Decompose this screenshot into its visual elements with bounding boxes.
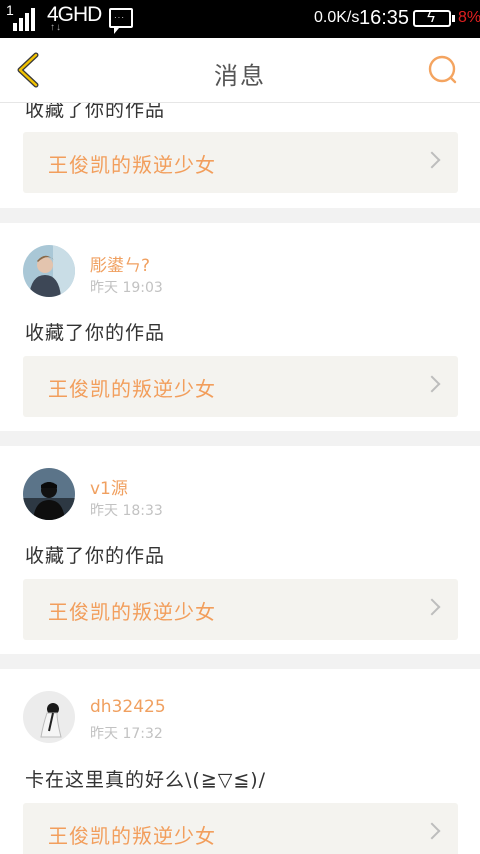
battery-icon: ϟ [413, 9, 455, 27]
work-title: 王俊凯的叛逆少女 [48, 377, 216, 401]
message-text: 收藏了你的作品 [25, 322, 166, 344]
timestamp: 昨天 17:32 [90, 726, 163, 742]
username[interactable]: dh32425 [90, 697, 166, 717]
timestamp: 昨天 18:33 [90, 503, 163, 519]
avatar[interactable] [23, 691, 75, 743]
search-button[interactable] [424, 52, 460, 88]
work-link[interactable]: 王俊凯的叛逆少女 [23, 132, 458, 193]
work-link[interactable]: 王俊凯的叛逆少女 [23, 579, 458, 640]
battery-percent: 8% [458, 9, 480, 26]
user-avatar-image [23, 691, 75, 743]
message-card: 彫鍙ㄣ? 昨天 19:03 收藏了你的作品 王俊凯的叛逆少女 [0, 223, 480, 431]
work-title: 王俊凯的叛逆少女 [48, 153, 216, 177]
chevron-right-icon [423, 151, 441, 169]
avatar[interactable] [23, 468, 75, 520]
navigation-bar: 消息 [0, 38, 480, 103]
page-title: 消息 [214, 62, 266, 90]
work-title: 王俊凯的叛逆少女 [48, 824, 216, 848]
work-link[interactable]: 王俊凯的叛逆少女 [23, 356, 458, 417]
data-activity-icon: ↑↓ [50, 22, 62, 33]
notification-message-icon: ··· [109, 8, 133, 34]
chevron-right-icon [423, 375, 441, 393]
clock: 16:35 [359, 7, 410, 29]
data-speed: 0.0K/s [314, 9, 360, 26]
message-text: 收藏了你的作品 [25, 103, 166, 121]
signal-strength-icon [13, 7, 39, 31]
message-card: v1源 昨天 18:33 收藏了你的作品 王俊凯的叛逆少女 [0, 446, 480, 654]
message-card: dh32425 昨天 17:32 卡在这里真的好么\(≧▽≦)/ 王俊凯的叛逆少… [0, 669, 480, 854]
avatar[interactable] [23, 245, 75, 297]
user-avatar-image [23, 245, 75, 297]
status-bar: 1 4GHD ↑↓ ··· 0.0K/s 16:35 ϟ 8% [0, 0, 480, 38]
chevron-right-icon [423, 822, 441, 840]
work-title: 王俊凯的叛逆少女 [48, 600, 216, 624]
message-list[interactable]: 收藏了你的作品 王俊凯的叛逆少女 彫鍙ㄣ? 昨天 19:03 收藏了你的作品 王… [0, 103, 480, 854]
chevron-right-icon [423, 598, 441, 616]
search-icon [428, 55, 457, 84]
message-card: 收藏了你的作品 王俊凯的叛逆少女 [0, 103, 480, 208]
username[interactable]: v1源 [90, 474, 128, 499]
message-text: 卡在这里真的好么\(≧▽≦)/ [25, 769, 267, 791]
timestamp: 昨天 19:03 [90, 280, 163, 296]
username[interactable]: 彫鍙ㄣ? [90, 251, 150, 276]
work-link[interactable]: 王俊凯的叛逆少女 [23, 803, 458, 854]
message-text: 收藏了你的作品 [25, 545, 166, 567]
user-avatar-image [23, 468, 75, 520]
